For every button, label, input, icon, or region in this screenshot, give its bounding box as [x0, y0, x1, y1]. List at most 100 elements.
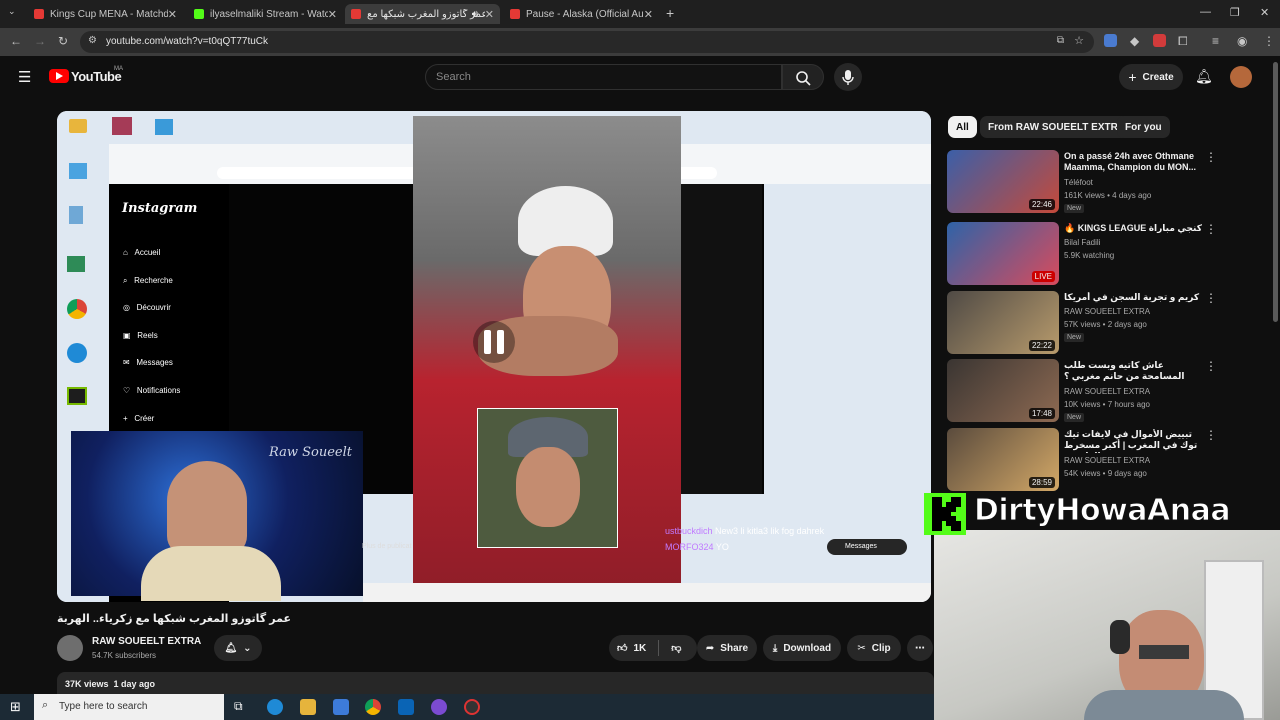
- duration-badge: 22:22: [1028, 340, 1055, 351]
- voice-search-button[interactable]: [834, 63, 862, 91]
- channel-name[interactable]: RAW SOUEELT EXTRA: [92, 636, 201, 647]
- close-tab-icon[interactable]: ✕: [644, 8, 653, 21]
- edge-icon[interactable]: [267, 699, 283, 715]
- rec-channel[interactable]: RAW SOUEELT EXTRA: [1064, 456, 1150, 465]
- chat-text: New3 li kitla3 lik fog dahrek: [715, 526, 825, 536]
- rec-title[interactable]: كريم و تجربة السجن في أمريكا: [1064, 292, 1204, 303]
- desktop-winrar-icon: [112, 117, 132, 135]
- minimize-icon[interactable]: —: [1200, 6, 1211, 18]
- chrome-icon[interactable]: [365, 699, 381, 715]
- rec-title[interactable]: تبييض الأموال في لايفات تيك توك في المغر…: [1064, 429, 1204, 453]
- pause-overlay[interactable]: [473, 321, 515, 363]
- close-tab-icon[interactable]: ✕: [168, 8, 177, 21]
- more-options-icon[interactable]: ⋮: [1205, 150, 1217, 164]
- like-icon[interactable]: 👍︎: [617, 642, 627, 654]
- more-options-icon[interactable]: ⋮: [1205, 291, 1217, 305]
- rec-channel[interactable]: RAW SOUEELT EXTRA: [1064, 387, 1150, 396]
- extensions-puzzle-icon[interactable]: ⧠: [1178, 34, 1188, 49]
- translate-extension-icon[interactable]: [1104, 34, 1117, 47]
- browser-tab-1[interactable]: Kings Cup MENA - Matchda ✕: [28, 4, 183, 24]
- recommended-video[interactable]: 22:22 كريم و تجربة السجن في أمريكا RAW S…: [947, 291, 1267, 355]
- download-button[interactable]: ⤓ Download: [763, 635, 841, 661]
- video-thumbnail[interactable]: 28:59: [947, 428, 1059, 491]
- create-button[interactable]: + Create: [1119, 64, 1183, 90]
- video-thumbnail[interactable]: 17:48: [947, 359, 1059, 422]
- extension-red-icon[interactable]: [1153, 34, 1166, 47]
- channel-avatar[interactable]: [57, 635, 83, 661]
- forward-icon[interactable]: →: [34, 34, 46, 48]
- file-explorer-icon[interactable]: [300, 699, 316, 715]
- like-count[interactable]: 1K: [633, 643, 646, 654]
- recommended-video[interactable]: 22:46 On a passé 24h avec Othmane Maamma…: [947, 150, 1267, 214]
- url-text[interactable]: youtube.com/watch?v=t0qQT77tuCk: [106, 36, 268, 47]
- outlook-icon[interactable]: [398, 699, 414, 715]
- profile-icon[interactable]: ◉: [1237, 34, 1247, 48]
- more-options-icon[interactable]: ⋮: [1205, 359, 1217, 373]
- browser-tab-4[interactable]: Pause - Alaska (Official Audio) ✕: [504, 4, 659, 24]
- duration-badge: 22:46: [1028, 199, 1055, 210]
- search-input[interactable]: Search: [425, 64, 782, 90]
- video-player[interactable]: Instagram ⌂ Accueil ⌕ Recherche ◎ Découv…: [57, 111, 931, 602]
- taskbar-search-input[interactable]: ⌕ Type here to search: [34, 694, 224, 720]
- recommended-video[interactable]: 17:48 عاش كاتيه وبست طلب المسامحة من حان…: [947, 359, 1267, 423]
- browser-tab-2[interactable]: ilyaselmaliki Stream - Watch Li ✕: [188, 4, 343, 24]
- task-view-icon[interactable]: ⧉: [234, 699, 243, 714]
- browser-tab-3-active[interactable]: عمر گاتوزو المغرب شبكها مع 🔊︎ ✕: [345, 4, 500, 24]
- clip-button[interactable]: ✂ Clip: [847, 635, 901, 661]
- reload-icon[interactable]: ↻: [58, 34, 68, 48]
- video-thumbnail[interactable]: LIVE: [947, 222, 1059, 285]
- description-box[interactable]: 37K views 1 day ago: [57, 672, 934, 694]
- new-tab-icon[interactable]: +: [666, 5, 674, 21]
- recommended-video[interactable]: 28:59 تبييض الأموال في لايفات تيك توك في…: [947, 428, 1267, 492]
- url-bar[interactable]: ⚙ youtube.com/watch?v=t0qQT77tuCk ⧉ ☆: [80, 31, 1094, 53]
- chip-from-channel[interactable]: From RAW SOUEELT EXTRA: [980, 116, 1134, 138]
- microphone-icon: [842, 70, 854, 85]
- more-options-icon[interactable]: ⋮: [1205, 222, 1217, 236]
- extension-diamond-icon[interactable]: ◆: [1130, 34, 1139, 48]
- audio-playing-icon[interactable]: 🔊︎: [472, 9, 478, 20]
- chip-for-you[interactable]: For you: [1117, 116, 1170, 138]
- hamburger-menu-icon[interactable]: ☰: [18, 68, 31, 86]
- rec-title[interactable]: On a passé 24h avec Othmane Maamma, Cham…: [1064, 151, 1204, 173]
- obs-icon[interactable]: [464, 699, 480, 715]
- maximize-icon[interactable]: ❐: [1230, 6, 1240, 19]
- back-icon[interactable]: ←: [10, 34, 22, 48]
- desktop-app-icon: [155, 119, 173, 135]
- recommended-video[interactable]: LIVE 🔥 KINGS LEAGUE كنجي مباراة Bilal Fa…: [947, 222, 1267, 286]
- search-button[interactable]: [782, 64, 824, 90]
- bookmark-star-icon[interactable]: ☆: [1074, 34, 1084, 47]
- more-actions-button[interactable]: ⋯: [907, 635, 933, 661]
- tab-list-chevron-icon[interactable]: ⌄: [8, 6, 16, 17]
- duration-badge: 17:48: [1028, 408, 1055, 419]
- notifications-bell-icon[interactable]: 🔔︎: [1195, 68, 1213, 85]
- rec-title[interactable]: 🔥 KINGS LEAGUE كنجي مباراة: [1064, 223, 1204, 234]
- reading-list-icon[interactable]: ≡: [1212, 34, 1219, 48]
- more-options-icon[interactable]: ⋮: [1205, 428, 1217, 442]
- rec-views: 5.9K watching: [1064, 251, 1115, 260]
- rec-channel[interactable]: RAW SOUEELT EXTRA: [1064, 307, 1150, 316]
- chip-all[interactable]: All: [948, 116, 977, 138]
- dislike-icon[interactable]: 👎︎: [671, 642, 681, 654]
- store-icon[interactable]: [333, 699, 349, 715]
- windows-start-icon[interactable]: ⊞: [10, 699, 21, 715]
- new-badge: New: [1064, 204, 1085, 213]
- rec-title[interactable]: عاش كاتيه وبست طلب المسامحة من حانم مغرب…: [1064, 360, 1204, 382]
- app-icon[interactable]: [431, 699, 447, 715]
- rec-channel[interactable]: Téléfoot: [1064, 178, 1093, 187]
- rec-channel[interactable]: Bilal Fadili: [1064, 238, 1100, 247]
- page-scrollbar[interactable]: [1273, 62, 1278, 322]
- share-button[interactable]: ➦ Share: [697, 635, 757, 661]
- account-avatar[interactable]: [1230, 66, 1252, 88]
- instagram-messages-pill: Messages: [827, 539, 907, 555]
- youtube-logo-icon[interactable]: [49, 69, 69, 83]
- site-info-icon[interactable]: ⚙: [88, 35, 97, 46]
- close-tab-icon[interactable]: ✕: [485, 8, 494, 21]
- close-tab-icon[interactable]: ✕: [328, 8, 337, 21]
- video-thumbnail[interactable]: 22:22: [947, 291, 1059, 354]
- video-thumbnail[interactable]: 22:46: [947, 150, 1059, 213]
- install-app-icon[interactable]: ⧉: [1057, 35, 1064, 46]
- subscribed-bell-button[interactable]: 🔔︎ ⌄: [214, 635, 262, 661]
- desktop-chrome-icon: [67, 299, 87, 319]
- browser-menu-icon[interactable]: ⋮: [1263, 34, 1275, 48]
- close-window-icon[interactable]: ✕: [1260, 6, 1269, 19]
